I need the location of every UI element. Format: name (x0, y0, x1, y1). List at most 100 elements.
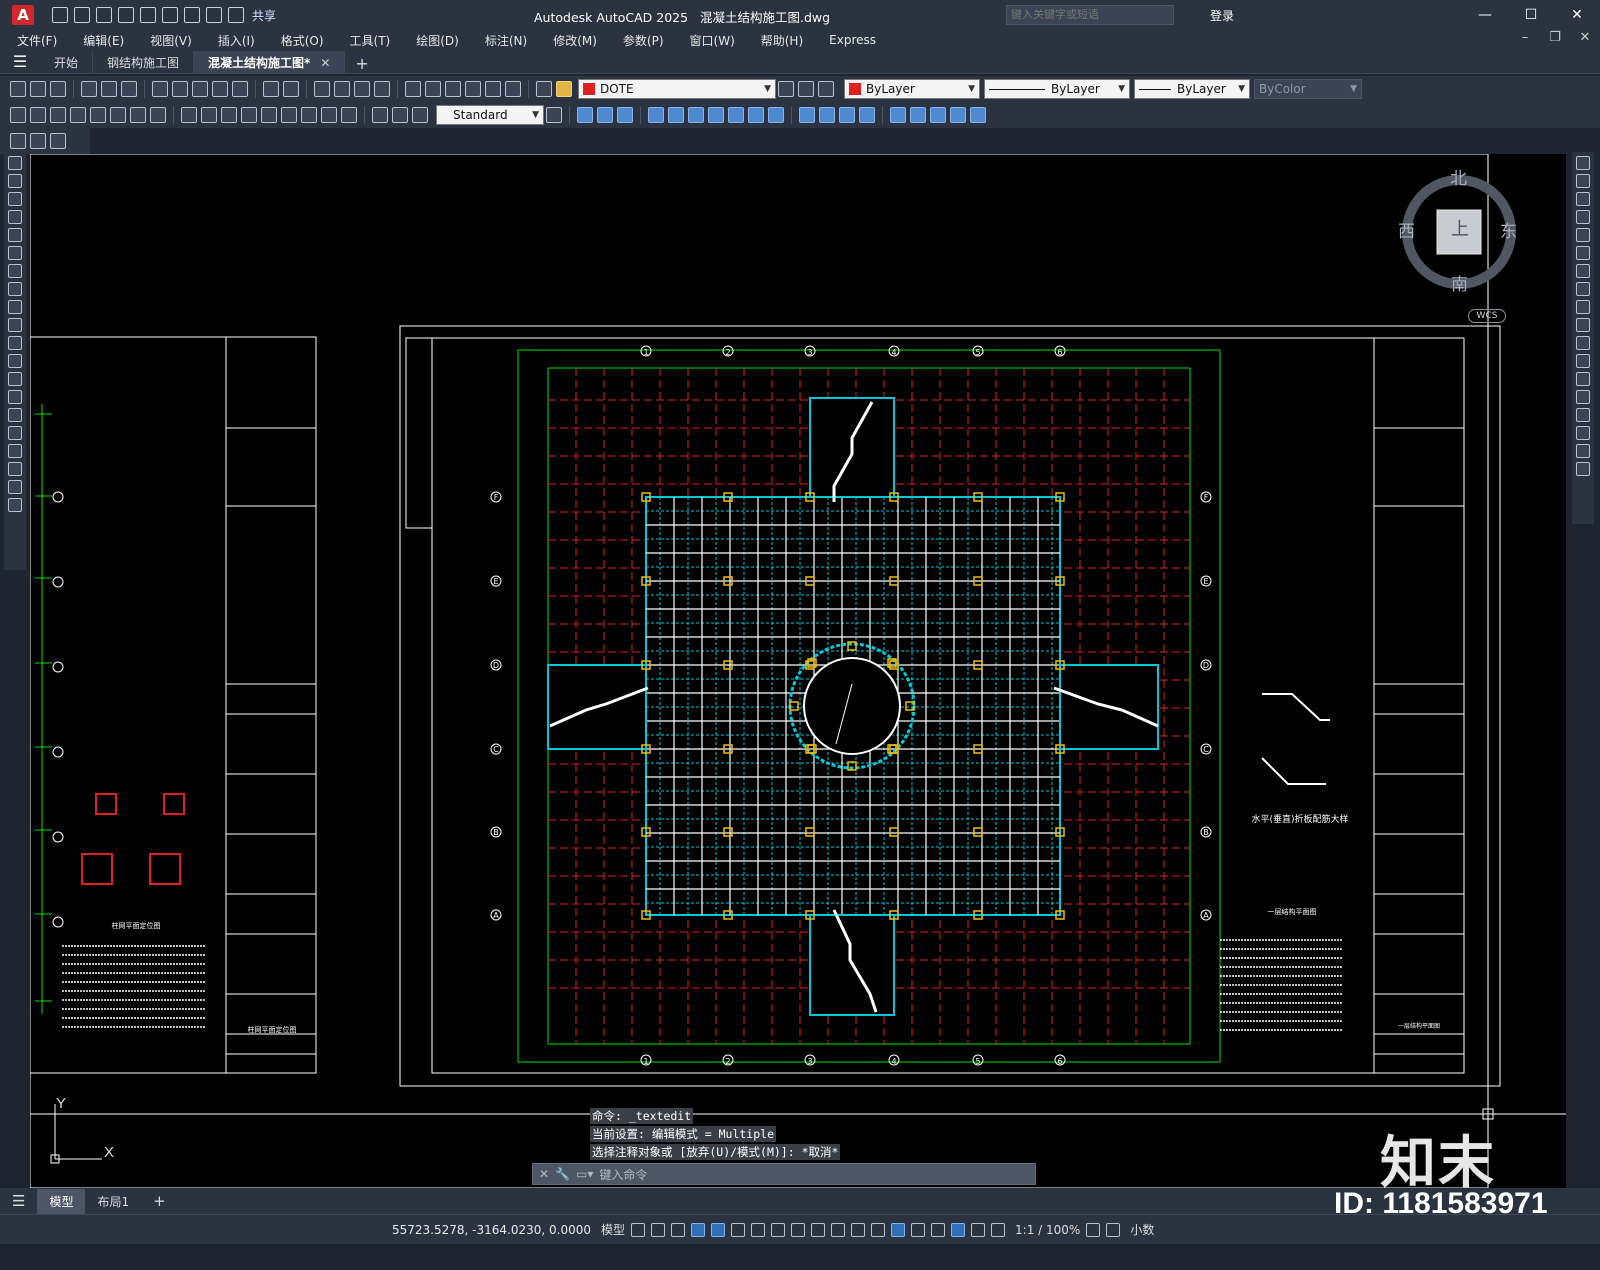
offset-icon[interactable] (1576, 210, 1590, 224)
menu-item-12[interactable]: Express (829, 33, 876, 47)
linetype-dropdown[interactable]: ByLayer ▼ (984, 79, 1130, 99)
zoom-previous-icon[interactable] (374, 81, 390, 97)
copy-icon[interactable] (172, 81, 188, 97)
region-icon[interactable] (8, 444, 22, 458)
revision-cloud-icon[interactable] (8, 282, 22, 296)
make-current-layer-icon[interactable] (778, 81, 794, 97)
lineweight-dropdown[interactable]: ByLayer ▼ (1134, 79, 1250, 99)
units-dropdown[interactable]: 小数 (1130, 1221, 1154, 1238)
ucs-world-icon[interactable] (910, 107, 926, 123)
auto-scale-icon[interactable] (971, 1222, 986, 1237)
transparency-icon[interactable] (831, 1222, 846, 1237)
annotation-visibility-icon[interactable] (951, 1222, 966, 1237)
menu-item-6[interactable]: 绘图(D) (416, 32, 459, 49)
stretch-icon[interactable] (1576, 300, 1590, 314)
annotation-monitor-icon[interactable] (1106, 1222, 1121, 1237)
workspace-icon[interactable] (1086, 1222, 1101, 1237)
ucs-face-icon[interactable] (950, 107, 966, 123)
menu-item-0[interactable]: 文件(F) (17, 32, 57, 49)
sw-iso-icon[interactable] (708, 107, 724, 123)
redo-icon[interactable] (228, 7, 244, 23)
mirror-icon[interactable] (1576, 192, 1590, 206)
drawing-area[interactable]: 1 1 2 2 3 3 4 4 5 5 6 6 F F E E D D C C B B A A 水平(垂直)折板配筋大样一层结构… (30, 154, 1566, 1188)
text-style-dropdown[interactable]: Standard ▼ (436, 105, 544, 125)
sheet-set-icon[interactable] (465, 81, 481, 97)
save-to-web-icon[interactable] (162, 7, 178, 23)
new-tab-icon[interactable]: + (345, 54, 378, 73)
point-icon[interactable] (8, 390, 22, 404)
open-icon[interactable] (74, 7, 90, 23)
rectangle-icon[interactable] (8, 228, 22, 242)
snap-icon[interactable] (651, 1222, 666, 1237)
new-icon[interactable] (10, 81, 26, 97)
linear-dimension-icon[interactable] (10, 107, 26, 123)
jogged-linear-icon[interactable] (341, 107, 357, 123)
3d-osnap-icon[interactable] (871, 1222, 886, 1237)
tab-layout1[interactable]: 布局1 (85, 1189, 141, 1214)
inspection-icon[interactable] (321, 107, 337, 123)
open-icon[interactable] (30, 81, 46, 97)
baseline-dimension-icon[interactable] (201, 107, 217, 123)
multiline-text-icon[interactable] (8, 480, 22, 494)
angular-dimension-icon[interactable] (150, 107, 166, 123)
dimension-update-icon[interactable] (412, 107, 428, 123)
insert-block-icon[interactable] (10, 133, 26, 149)
menu-icon[interactable]: ☰ (0, 49, 40, 73)
cut-icon[interactable] (152, 81, 168, 97)
erase-icon[interactable] (1576, 156, 1590, 170)
tab-close-icon[interactable]: ✕ (320, 56, 330, 70)
polar-tracking-icon[interactable] (731, 1222, 746, 1237)
maximize-icon[interactable]: ☐ (1508, 0, 1554, 30)
ucs-icon[interactable] (890, 107, 906, 123)
gradient-icon[interactable] (8, 426, 22, 440)
menu-item-11[interactable]: 帮助(H) (761, 32, 803, 49)
view-bottom-icon[interactable] (597, 107, 613, 123)
viewcube-top-face[interactable]: 上 (1451, 215, 1469, 241)
view-front-icon[interactable] (668, 107, 684, 123)
viewcube-south-label[interactable]: 南 (1451, 270, 1468, 295)
explode-icon[interactable] (1576, 462, 1590, 476)
object-snap-icon[interactable] (791, 1222, 806, 1237)
close-command-icon[interactable]: ✕ (539, 1167, 549, 1181)
view-top-icon[interactable] (577, 107, 593, 123)
menu-item-9[interactable]: 参数(P) (623, 32, 664, 49)
blend-curves-icon[interactable] (1576, 444, 1590, 458)
arc-length-icon[interactable] (50, 107, 66, 123)
design-center-icon[interactable] (425, 81, 441, 97)
match-properties-icon[interactable] (212, 81, 228, 97)
layer-state-icon[interactable] (818, 81, 834, 97)
redo-icon[interactable] (283, 81, 299, 97)
jogged-dimension-icon[interactable] (110, 107, 126, 123)
zoom-window-icon[interactable] (354, 81, 370, 97)
visual-style-conceptual-icon[interactable] (859, 107, 875, 123)
hatch-icon[interactable] (8, 408, 22, 422)
plot-icon[interactable] (81, 81, 97, 97)
menu-item-10[interactable]: 窗口(W) (690, 32, 735, 49)
ucs-object-icon[interactable] (970, 107, 986, 123)
block-editor-icon[interactable] (232, 81, 248, 97)
ellipse-arc-icon[interactable] (8, 336, 22, 350)
attribute-icon[interactable] (50, 133, 66, 149)
undo-icon[interactable] (263, 81, 279, 97)
layer-on-icon[interactable] (556, 81, 572, 97)
circle-icon[interactable] (8, 264, 22, 278)
new-icon[interactable] (52, 7, 68, 23)
save-as-icon[interactable] (118, 7, 134, 23)
arc-icon[interactable] (8, 246, 22, 260)
color-dropdown[interactable]: ByLayer ▼ (844, 79, 980, 99)
minimize-icon[interactable]: — (1462, 0, 1508, 30)
tool-palettes-icon[interactable] (445, 81, 461, 97)
share-button[interactable]: 共享 (252, 7, 276, 24)
center-mark-icon[interactable] (301, 107, 317, 123)
infer-constraints-icon[interactable] (671, 1222, 686, 1237)
create-block-icon[interactable] (30, 133, 46, 149)
doc-minimize-icon[interactable]: – (1510, 30, 1540, 45)
menu-item-5[interactable]: 工具(T) (350, 32, 391, 49)
menu-item-4[interactable]: 格式(O) (281, 32, 324, 49)
menu-item-8[interactable]: 修改(M) (553, 32, 597, 49)
extend-icon[interactable] (1576, 336, 1590, 350)
close-icon[interactable]: ✕ (1554, 0, 1600, 30)
help-icon[interactable] (505, 81, 521, 97)
pan-icon[interactable] (314, 81, 330, 97)
plot-icon[interactable] (184, 7, 200, 23)
